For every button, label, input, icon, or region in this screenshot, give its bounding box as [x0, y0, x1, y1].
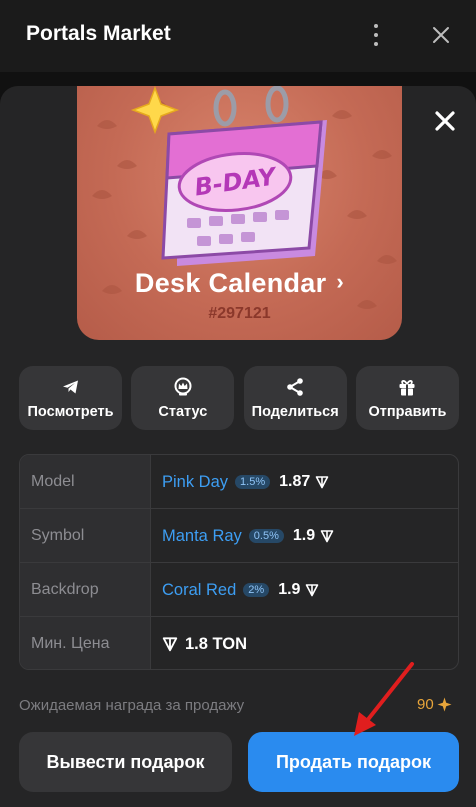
chevron-right-icon: ›	[336, 269, 345, 294]
rarity-badge: 2%	[243, 583, 270, 597]
attribute-value[interactable]: Manta Ray	[162, 527, 242, 546]
telegram-icon	[62, 380, 78, 393]
view-label: Посмотреть	[27, 403, 114, 420]
floor-price: 1.9	[292, 527, 316, 544]
close-icon[interactable]	[430, 106, 460, 136]
reward-amount: 90	[417, 696, 434, 713]
floor-price: 1.87	[279, 473, 311, 490]
ton-icon	[320, 530, 334, 543]
withdraw-gift-button[interactable]: Вывести подарок	[19, 732, 232, 792]
ton-icon	[315, 476, 329, 489]
gift-icon	[399, 379, 415, 395]
status-label: Статус	[158, 403, 208, 420]
more-menu-icon[interactable]	[366, 22, 386, 48]
ton-icon	[162, 637, 178, 652]
app-title: Portals Market	[26, 22, 171, 45]
send-button[interactable]: Отправить	[355, 366, 459, 430]
attribute-value[interactable]: Coral Red	[162, 581, 236, 600]
attribute-row-backdrop[interactable]: Backdrop Coral Red 2% 1.9	[20, 563, 458, 617]
attributes-table: Model Pink Day 1.5% 1.87 Symbol Manta Ra…	[19, 454, 459, 670]
reward-label: Ожидаемая награда за продажу	[19, 697, 245, 714]
share-label: Поделиться	[251, 403, 339, 420]
action-bar: Посмотреть Статус Поделиться Отправить	[19, 366, 459, 430]
share-button[interactable]: Поделиться	[243, 366, 347, 430]
attribute-row-model[interactable]: Model Pink Day 1.5% 1.87	[20, 455, 458, 509]
attribute-key: Backdrop	[20, 563, 151, 617]
attribute-row-min-price: Мин. Цена 1.8 TON	[20, 617, 458, 669]
gift-name[interactable]: Desk Calendar ›	[77, 268, 402, 299]
star-icon	[437, 697, 452, 712]
desk-calendar-image: B-DAY	[130, 86, 327, 266]
gift-preview[interactable]: B-DAY Desk Calendar › #297121	[77, 86, 402, 340]
sell-gift-button[interactable]: Продать подарок	[248, 732, 459, 792]
attribute-value[interactable]: Pink Day	[162, 473, 228, 492]
min-price-key: Мин. Цена	[20, 617, 151, 669]
share-icon	[287, 377, 303, 396]
rarity-badge: 0.5%	[248, 529, 284, 543]
reward-value: 90	[417, 696, 452, 713]
status-button[interactable]: Статус	[131, 366, 235, 430]
app-header: Portals Market	[0, 0, 476, 72]
send-label: Отправить	[368, 403, 447, 420]
attribute-key: Model	[20, 455, 151, 509]
view-button[interactable]: Посмотреть	[19, 366, 122, 430]
gift-number: #297121	[208, 305, 271, 322]
min-price-value: 1.8 TON	[185, 634, 248, 653]
rarity-badge: 1.5%	[235, 475, 271, 489]
attribute-row-symbol[interactable]: Symbol Manta Ray 0.5% 1.9	[20, 509, 458, 563]
floor-price: 1.9	[278, 581, 301, 598]
ton-icon	[306, 584, 319, 597]
close-app-icon[interactable]	[428, 22, 454, 48]
sparkle-icon	[130, 86, 180, 135]
crown-icon	[174, 377, 192, 395]
attribute-key: Symbol	[20, 509, 151, 563]
